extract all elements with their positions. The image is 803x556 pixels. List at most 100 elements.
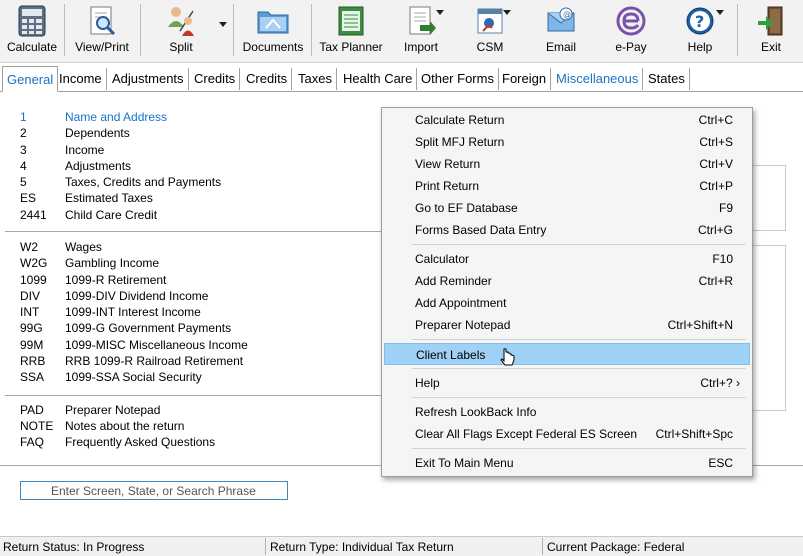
menu-item-label: Add Reminder bbox=[415, 274, 492, 288]
import-icon bbox=[404, 4, 438, 38]
tab-adjustments[interactable]: Adjustments bbox=[108, 68, 189, 90]
toolbar-separator bbox=[140, 4, 141, 56]
menu-item-exit-to-main-menu[interactable]: Exit To Main Menu ESC bbox=[384, 452, 750, 474]
search-input[interactable] bbox=[20, 481, 288, 500]
menu-item-shortcut: Ctrl+G bbox=[697, 223, 733, 237]
screen-description: 1099-R Retirement bbox=[65, 273, 167, 287]
view-print-button[interactable]: View/Print bbox=[72, 0, 132, 62]
menu-item-forms-based-data-entry[interactable]: Forms Based Data Entry Ctrl+G bbox=[384, 219, 750, 241]
screen-code: 99M bbox=[20, 338, 44, 352]
menu-item-preparer-notepad[interactable]: Preparer Notepad Ctrl+Shift+N bbox=[384, 314, 750, 336]
tab-credits[interactable]: Credits bbox=[190, 68, 241, 90]
menu-item-shortcut: Ctrl+V bbox=[699, 157, 733, 171]
menu-item-label: Clear All Flags Except Federal ES Screen bbox=[415, 427, 638, 441]
email-label: Email bbox=[545, 40, 576, 54]
tabs-baseline bbox=[0, 91, 803, 92]
tab-states[interactable]: States bbox=[644, 68, 690, 90]
return-status: Return Status: In Progress bbox=[3, 540, 145, 554]
csm-dropdown-icon[interactable] bbox=[503, 10, 511, 15]
tab-general[interactable]: General bbox=[2, 66, 59, 92]
menu-item-label: Forms Based Data Entry bbox=[415, 223, 547, 237]
tab-miscellaneous[interactable]: Miscellaneous bbox=[552, 68, 644, 90]
menu-item-label: Preparer Notepad bbox=[415, 318, 511, 332]
screen-code: DIV bbox=[20, 289, 41, 303]
menu-item-help[interactable]: Help Ctrl+? › bbox=[384, 372, 750, 394]
menu-item-add-appointment[interactable]: Add Appointment bbox=[384, 292, 750, 314]
screen-description: 1099-MISC Miscellaneous Income bbox=[65, 338, 248, 352]
menu-item-shortcut: Ctrl+R bbox=[698, 274, 733, 288]
tax-planner-label: Tax Planner bbox=[319, 40, 383, 54]
current-package: Current Package: Federal bbox=[547, 540, 685, 554]
screen-description: Name and Address bbox=[65, 110, 168, 124]
toolbar-separator bbox=[64, 4, 65, 56]
tax-planner-icon bbox=[334, 4, 368, 38]
menu-item-label: Add Appointment bbox=[415, 296, 507, 310]
screen-code: W2G bbox=[20, 256, 48, 270]
menu-item-label: Exit To Main Menu bbox=[415, 456, 514, 470]
screen-code: INT bbox=[20, 305, 40, 319]
menu-item-shortcut: Ctrl+Shift+N bbox=[667, 318, 733, 332]
email-button[interactable]: @ Email bbox=[533, 0, 589, 62]
group-divider bbox=[5, 395, 385, 396]
menu-item-add-reminder[interactable]: Add Reminder Ctrl+R bbox=[384, 270, 750, 292]
menu-item-calculator[interactable]: Calculator F10 bbox=[384, 248, 750, 270]
menu-item-print-return[interactable]: Print Return Ctrl+P bbox=[384, 175, 750, 197]
import-dropdown-icon[interactable] bbox=[436, 10, 444, 15]
menu-item-split-mfj-return[interactable]: Split MFJ Return Ctrl+S bbox=[384, 131, 750, 153]
menu-item-calculate-return[interactable]: Calculate Return Ctrl+C bbox=[384, 109, 750, 131]
help-icon: ? bbox=[683, 4, 717, 38]
split-button[interactable]: Split bbox=[150, 0, 212, 62]
screen-code: 2 bbox=[20, 126, 27, 140]
menu-item-view-return[interactable]: View Return Ctrl+V bbox=[384, 153, 750, 175]
menu-item-clear-all-flags[interactable]: Clear All Flags Except Federal ES Screen… bbox=[384, 423, 750, 445]
magnifier-page-icon bbox=[85, 4, 119, 38]
screen-description: 1099-G Government Payments bbox=[65, 321, 232, 335]
tab-taxes[interactable]: Taxes bbox=[294, 68, 337, 90]
exit-button[interactable]: Exit bbox=[745, 0, 797, 62]
screen-code: 1 bbox=[20, 110, 27, 124]
calculate-button[interactable]: Calculate bbox=[4, 0, 60, 62]
menu-separator bbox=[412, 339, 746, 340]
tab-foreign[interactable]: Foreign bbox=[498, 68, 552, 90]
screen-code: 99G bbox=[20, 321, 43, 335]
menu-item-client-labels[interactable]: Client Labels bbox=[384, 343, 750, 365]
tab-other-forms[interactable]: Other Forms bbox=[417, 68, 499, 90]
screen-description: RRB 1099-R Railroad Retirement bbox=[65, 354, 244, 368]
toolbar: Calculate View/Print Split Documents Tax… bbox=[0, 0, 803, 63]
epay-icon bbox=[614, 4, 648, 38]
email-icon: @ bbox=[544, 4, 578, 38]
menu-item-refresh-lookback-info[interactable]: Refresh LookBack Info bbox=[384, 401, 750, 423]
screen-code: 2441 bbox=[20, 208, 47, 222]
menu-item-label: Print Return bbox=[415, 179, 480, 193]
tax-planner-button[interactable]: Tax Planner bbox=[318, 0, 384, 62]
menu-item-label: Calculate Return bbox=[415, 113, 505, 127]
tab-health-care[interactable]: Health Care bbox=[339, 68, 418, 90]
menu-item-shortcut: Ctrl+S bbox=[699, 135, 733, 149]
context-menu: Calculate Return Ctrl+C Split MFJ Return C… bbox=[381, 107, 753, 477]
menu-separator bbox=[412, 448, 746, 449]
mouse-pointer-icon bbox=[500, 348, 515, 366]
menu-item-label: View Return bbox=[415, 157, 481, 171]
screen-description: Wages bbox=[65, 240, 102, 254]
menu-item-go-to-ef-database[interactable]: Go to EF Database F9 bbox=[384, 197, 750, 219]
e-pay-button[interactable]: e-Pay bbox=[603, 0, 659, 62]
import-label: Import bbox=[403, 40, 438, 54]
menu-item-label: Split MFJ Return bbox=[415, 135, 505, 149]
status-separator bbox=[542, 538, 543, 555]
split-dropdown-icon[interactable] bbox=[219, 22, 227, 27]
tab-income[interactable]: Income bbox=[55, 68, 107, 90]
toolbar-separator bbox=[737, 4, 738, 56]
menu-item-label: Client Labels bbox=[416, 348, 486, 362]
return-type: Return Type: Individual Tax Return bbox=[270, 540, 454, 554]
status-separator bbox=[265, 538, 266, 555]
documents-button[interactable]: Documents bbox=[240, 0, 306, 62]
menu-item-shortcut: Ctrl+? › bbox=[700, 376, 740, 390]
menu-separator bbox=[412, 368, 746, 369]
screen-description: Taxes, Credits and Payments bbox=[65, 175, 222, 189]
screen-code: 5 bbox=[20, 175, 27, 189]
tab-credits-2[interactable]: Credits bbox=[242, 68, 293, 90]
screen-code: FAQ bbox=[20, 435, 45, 449]
menu-item-shortcut: Ctrl+Shift+Spc bbox=[655, 427, 733, 441]
help-dropdown-icon[interactable] bbox=[716, 10, 724, 15]
menu-item-shortcut: F9 bbox=[718, 201, 733, 215]
